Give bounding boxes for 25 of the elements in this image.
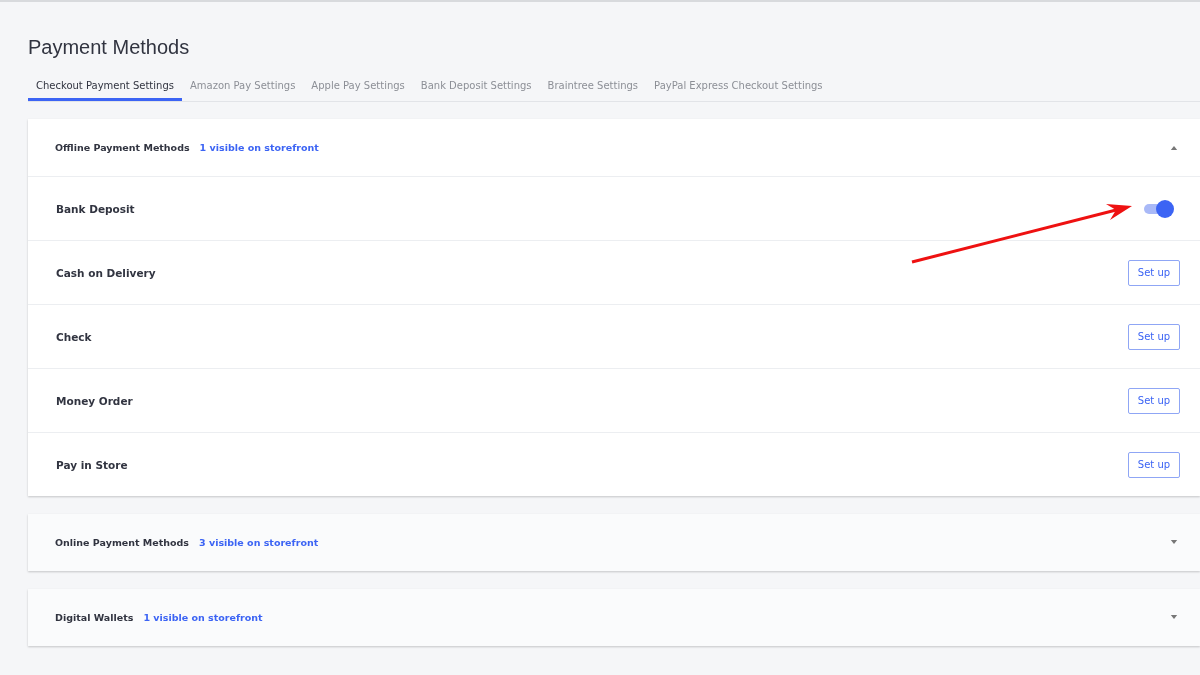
tab[interactable]: Amazon Pay Settings (181, 75, 304, 101)
caret-icon[interactable] (1170, 145, 1178, 150)
set-up-button[interactable]: Set up (1128, 387, 1180, 414)
caret-icon[interactable] (1170, 540, 1178, 545)
visible-count-link[interactable]: 1 visible on storefront (199, 142, 319, 153)
tab[interactable]: Braintree Settings (539, 75, 647, 101)
method-name: Money Order (56, 394, 133, 407)
set-up-button[interactable]: Set up (1128, 451, 1180, 478)
tab[interactable]: Checkout Payment Settings (28, 75, 182, 101)
method-name: Bank Deposit (56, 202, 135, 215)
method-name: Cash on Delivery (56, 266, 156, 279)
caret-icon[interactable] (1170, 615, 1178, 620)
set-up-button[interactable]: Set up (1128, 259, 1180, 286)
section-title: Online Payment Methods (55, 537, 190, 548)
tab[interactable]: Apple Pay Settings (303, 75, 413, 101)
section-title: Digital Wallets (55, 612, 134, 623)
tab[interactable]: Bank Deposit Settings (412, 75, 540, 101)
page-title: Payment Methods (28, 36, 191, 59)
set-up-button[interactable]: Set up (1128, 323, 1180, 350)
visible-count-link[interactable]: 3 visible on storefront (199, 537, 319, 548)
tab[interactable]: PayPal Express Checkout Settings (646, 75, 831, 101)
method-name: Pay in Store (56, 458, 128, 471)
section-title: Offline Payment Methods (55, 142, 190, 153)
visible-count-link[interactable]: 1 visible on storefront (143, 612, 263, 623)
method-name: Check (56, 330, 92, 343)
